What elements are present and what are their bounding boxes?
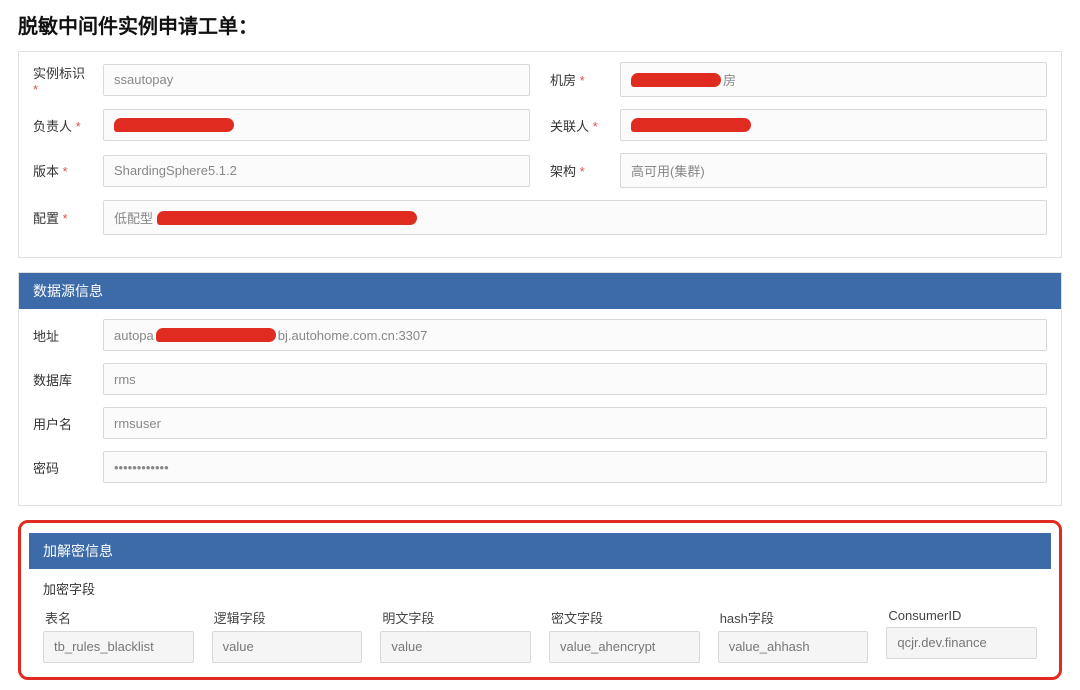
username-label: 用户名 <box>33 414 103 433</box>
address-input[interactable]: autopabj.autohome.com.cn:3307 <box>103 319 1047 351</box>
version-input[interactable]: ShardingSphere5.1.2 <box>103 155 530 187</box>
address-label: 地址 <box>33 326 103 345</box>
config-label: 配置 * <box>33 208 103 227</box>
database-label: 数据库 <box>33 370 103 389</box>
col-logic-label: 逻辑字段 <box>212 608 363 627</box>
instance-id-label: 实例标识* <box>33 63 103 97</box>
instance-form-panel: 实例标识* ssautopay 机房 * 房 负责人 * 关联人 * <box>18 51 1062 258</box>
col-table-input[interactable]: tb_rules_blacklist <box>43 631 194 663</box>
password-input[interactable]: •••••••••••• <box>103 451 1047 483</box>
col-table-label: 表名 <box>43 608 194 627</box>
crypto-section-label: 加密字段 <box>29 569 1051 602</box>
col-plain-input[interactable]: value <box>380 631 531 663</box>
owner-input[interactable] <box>103 109 530 141</box>
contact-input[interactable] <box>620 109 1047 141</box>
redacted-icon <box>114 118 234 132</box>
contact-label: 关联人 * <box>550 116 620 135</box>
redacted-icon <box>156 328 276 342</box>
password-label: 密码 <box>33 458 103 477</box>
datasource-header: 数据源信息 <box>19 273 1061 309</box>
machine-room-input[interactable]: 房 <box>620 62 1047 97</box>
instance-id-input[interactable]: ssautopay <box>103 64 530 96</box>
config-input[interactable]: 低配型 <box>103 200 1047 235</box>
col-consumer-label: ConsumerID <box>886 608 1037 623</box>
redacted-icon <box>157 211 417 225</box>
redacted-icon <box>631 118 751 132</box>
col-logic-input[interactable]: value <box>212 631 363 663</box>
username-input[interactable]: rmsuser <box>103 407 1047 439</box>
version-label: 版本 * <box>33 161 103 180</box>
col-consumer-input[interactable]: qcjr.dev.finance <box>886 627 1037 659</box>
crypto-columns: 表名 tb_rules_blacklist 逻辑字段 value 明文字段 va… <box>29 602 1051 663</box>
col-cipher-input[interactable]: value_ahencrypt <box>549 631 700 663</box>
machine-room-label: 机房 * <box>550 70 620 89</box>
crypto-header: 加解密信息 <box>29 533 1051 569</box>
arch-label: 架构 * <box>550 161 620 180</box>
col-plain-label: 明文字段 <box>380 608 531 627</box>
arch-input[interactable]: 高可用(集群) <box>620 153 1047 188</box>
database-input[interactable]: rms <box>103 363 1047 395</box>
col-hash-label: hash字段 <box>718 608 869 627</box>
page-title: 脱敏中间件实例申请工单： <box>18 10 1062 39</box>
col-hash-input[interactable]: value_ahhash <box>718 631 869 663</box>
redacted-icon <box>631 73 721 87</box>
col-cipher-label: 密文字段 <box>549 608 700 627</box>
crypto-panel: 加解密信息 加密字段 表名 tb_rules_blacklist 逻辑字段 va… <box>18 520 1062 680</box>
datasource-panel: 数据源信息 地址 autopabj.autohome.com.cn:3307 数… <box>18 272 1062 506</box>
owner-label: 负责人 * <box>33 116 103 135</box>
